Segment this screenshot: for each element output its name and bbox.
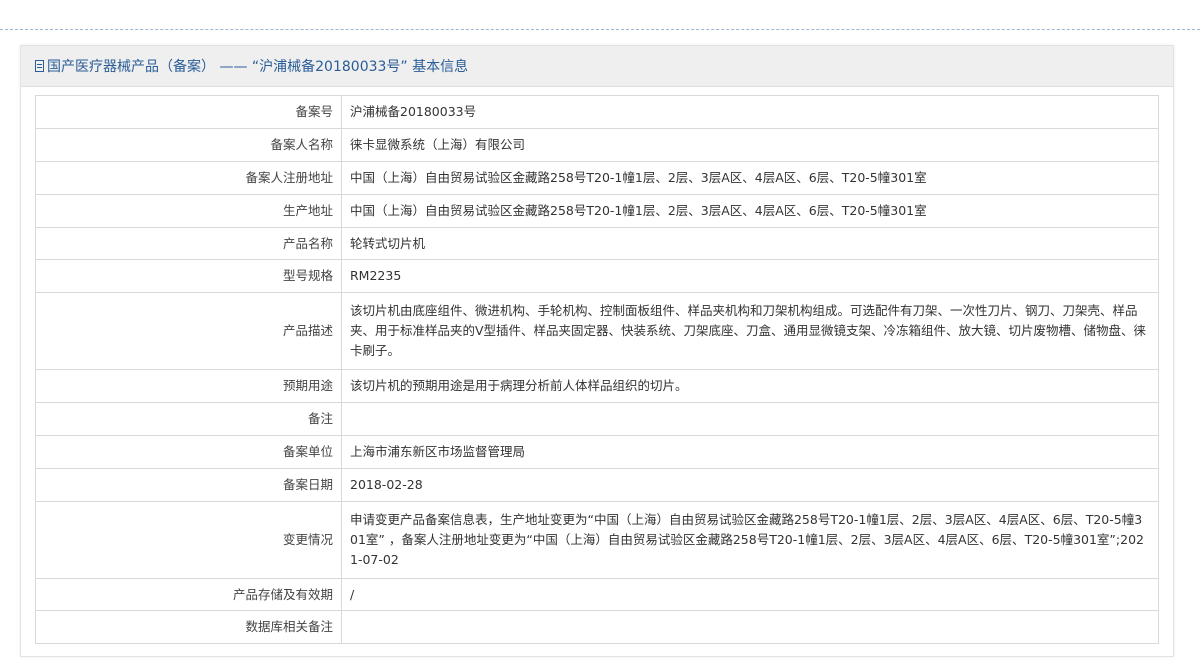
value-production-address: 中国（上海）自由贸易试验区金藏路258号T20-1幢1层、2层、3层A区、4层A… bbox=[341, 194, 1159, 228]
product-info-panel: 国产医疗器械产品（备案） —— “沪浦械备20180033号” 基本信息 备案号… bbox=[20, 45, 1174, 657]
label-registrant-address: 备案人注册地址 bbox=[35, 161, 342, 195]
value-record-unit: 上海市浦东新区市场监督管理局 bbox=[341, 435, 1159, 469]
label-record-date: 备案日期 bbox=[35, 468, 342, 502]
value-change-status: 申请变更产品备案信息表，生产地址变更为“中国（上海）自由贸易试验区金藏路258号… bbox=[341, 501, 1159, 579]
row-record-number: 备案号 沪浦械备20180033号 bbox=[35, 95, 1159, 129]
label-registrant-name: 备案人名称 bbox=[35, 128, 342, 162]
value-registrant-address: 中国（上海）自由贸易试验区金藏路258号T20-1幢1层、2层、3层A区、4层A… bbox=[341, 161, 1159, 195]
row-intended-use: 预期用途 该切片机的预期用途是用于病理分析前人体样品组织的切片。 bbox=[35, 369, 1159, 403]
value-record-date: 2018-02-28 bbox=[341, 468, 1159, 502]
row-model-spec: 型号规格 RM2235 bbox=[35, 259, 1159, 293]
row-database-notes: 数据库相关备注 bbox=[35, 610, 1159, 644]
label-remarks: 备注 bbox=[35, 402, 342, 436]
info-table: 备案号 沪浦械备20180033号 备案人名称 徕卡显微系统（上海）有限公司 备… bbox=[35, 95, 1159, 644]
label-production-address: 生产地址 bbox=[35, 194, 342, 228]
value-product-description: 该切片机由底座组件、微进机构、手轮机构、控制面板组件、样品夹机构和刀架机构组成。… bbox=[341, 292, 1159, 370]
label-database-notes: 数据库相关备注 bbox=[35, 610, 342, 644]
row-storage-validity: 产品存储及有效期 / bbox=[35, 578, 1159, 611]
top-divider bbox=[0, 29, 1200, 30]
page-title: 国产医疗器械产品（备案） —— “沪浦械备20180033号” 基本信息 bbox=[47, 59, 469, 75]
label-change-status: 变更情况 bbox=[35, 501, 342, 579]
label-record-unit: 备案单位 bbox=[35, 435, 342, 469]
panel-header: 国产医疗器械产品（备案） —— “沪浦械备20180033号” 基本信息 bbox=[21, 46, 1173, 87]
row-production-address: 生产地址 中国（上海）自由贸易试验区金藏路258号T20-1幢1层、2层、3层A… bbox=[35, 194, 1159, 228]
value-product-name: 轮转式切片机 bbox=[341, 227, 1159, 260]
row-record-date: 备案日期 2018-02-28 bbox=[35, 468, 1159, 502]
label-storage-validity: 产品存储及有效期 bbox=[35, 578, 342, 611]
row-registrant-address: 备案人注册地址 中国（上海）自由贸易试验区金藏路258号T20-1幢1层、2层、… bbox=[35, 161, 1159, 195]
label-intended-use: 预期用途 bbox=[35, 369, 342, 403]
row-change-status: 变更情况 申请变更产品备案信息表，生产地址变更为“中国（上海）自由贸易试验区金藏… bbox=[35, 501, 1159, 579]
row-registrant-name: 备案人名称 徕卡显微系统（上海）有限公司 bbox=[35, 128, 1159, 162]
value-storage-validity: / bbox=[341, 578, 1159, 611]
document-icon bbox=[35, 60, 44, 72]
row-product-description: 产品描述 该切片机由底座组件、微进机构、手轮机构、控制面板组件、样品夹机构和刀架… bbox=[35, 292, 1159, 370]
value-intended-use: 该切片机的预期用途是用于病理分析前人体样品组织的切片。 bbox=[341, 369, 1159, 403]
value-registrant-name: 徕卡显微系统（上海）有限公司 bbox=[341, 128, 1159, 162]
value-model-spec: RM2235 bbox=[341, 259, 1159, 293]
value-remarks bbox=[341, 402, 1159, 436]
row-remarks: 备注 bbox=[35, 402, 1159, 436]
label-record-number: 备案号 bbox=[35, 95, 342, 129]
label-model-spec: 型号规格 bbox=[35, 259, 342, 293]
value-database-notes bbox=[341, 610, 1159, 644]
row-product-name: 产品名称 轮转式切片机 bbox=[35, 227, 1159, 260]
row-record-unit: 备案单位 上海市浦东新区市场监督管理局 bbox=[35, 435, 1159, 469]
label-product-name: 产品名称 bbox=[35, 227, 342, 260]
value-record-number: 沪浦械备20180033号 bbox=[341, 95, 1159, 129]
label-product-description: 产品描述 bbox=[35, 292, 342, 370]
